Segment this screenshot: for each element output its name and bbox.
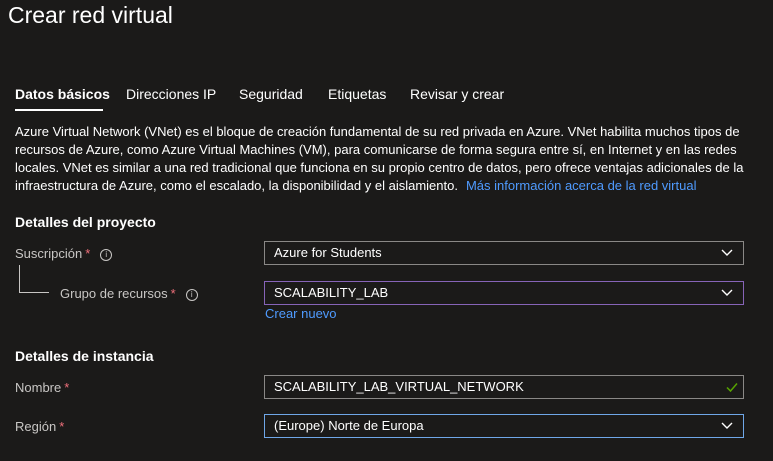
learn-more-link[interactable]: Más información acerca de la red virtual [466,178,697,193]
description: Azure Virtual Network (VNet) es el bloqu… [15,123,765,195]
region-label: Región * [15,419,64,434]
tab-ip-addresses[interactable]: Direcciones IP [126,86,216,102]
region-dropdown[interactable]: (Europe) Norte de Europa [264,414,744,438]
subscription-label-text: Suscripción [15,246,83,261]
page-title: Crear red virtual [8,2,173,28]
create-new-link[interactable]: Crear nuevo [265,306,337,321]
chevron-down-icon [721,249,733,256]
tab-review-create[interactable]: Revisar y crear [410,86,504,102]
region-label-text: Región [15,419,57,434]
chevron-down-icon [721,422,733,429]
checkmark-icon [726,383,738,393]
project-details-heading: Detalles del proyecto [15,214,156,230]
name-value: SCALABILITY_LAB_VIRTUAL_NETWORK [274,379,524,394]
name-label: Nombre * [15,380,69,395]
name-input[interactable]: SCALABILITY_LAB_VIRTUAL_NETWORK [264,375,744,399]
tree-connector [19,265,20,292]
subscription-label: Suscripción * i [15,246,113,261]
required-marker: * [59,419,65,434]
resource-group-label-text: Grupo de recursos [60,286,168,301]
info-icon[interactable]: i [100,248,113,261]
tree-connector [19,292,49,293]
required-marker: * [170,286,176,301]
tab-security[interactable]: Seguridad [239,86,303,102]
name-label-text: Nombre [15,380,62,395]
region-value: (Europe) Norte de Europa [274,418,424,433]
tab-tags[interactable]: Etiquetas [328,86,386,102]
resource-group-dropdown[interactable]: SCALABILITY_LAB [264,281,744,305]
resource-group-value: SCALABILITY_LAB [274,285,389,300]
active-tab-indicator [15,109,103,111]
info-icon[interactable]: i [185,288,198,301]
subscription-value: Azure for Students [274,245,382,260]
resource-group-label: Grupo de recursos * i [60,286,198,301]
required-marker: * [64,380,70,395]
instance-details-heading: Detalles de instancia [15,348,154,364]
chevron-down-icon [721,289,733,296]
required-marker: * [85,246,91,261]
subscription-dropdown[interactable]: Azure for Students [264,241,744,265]
tab-basics[interactable]: Datos básicos [15,86,110,102]
